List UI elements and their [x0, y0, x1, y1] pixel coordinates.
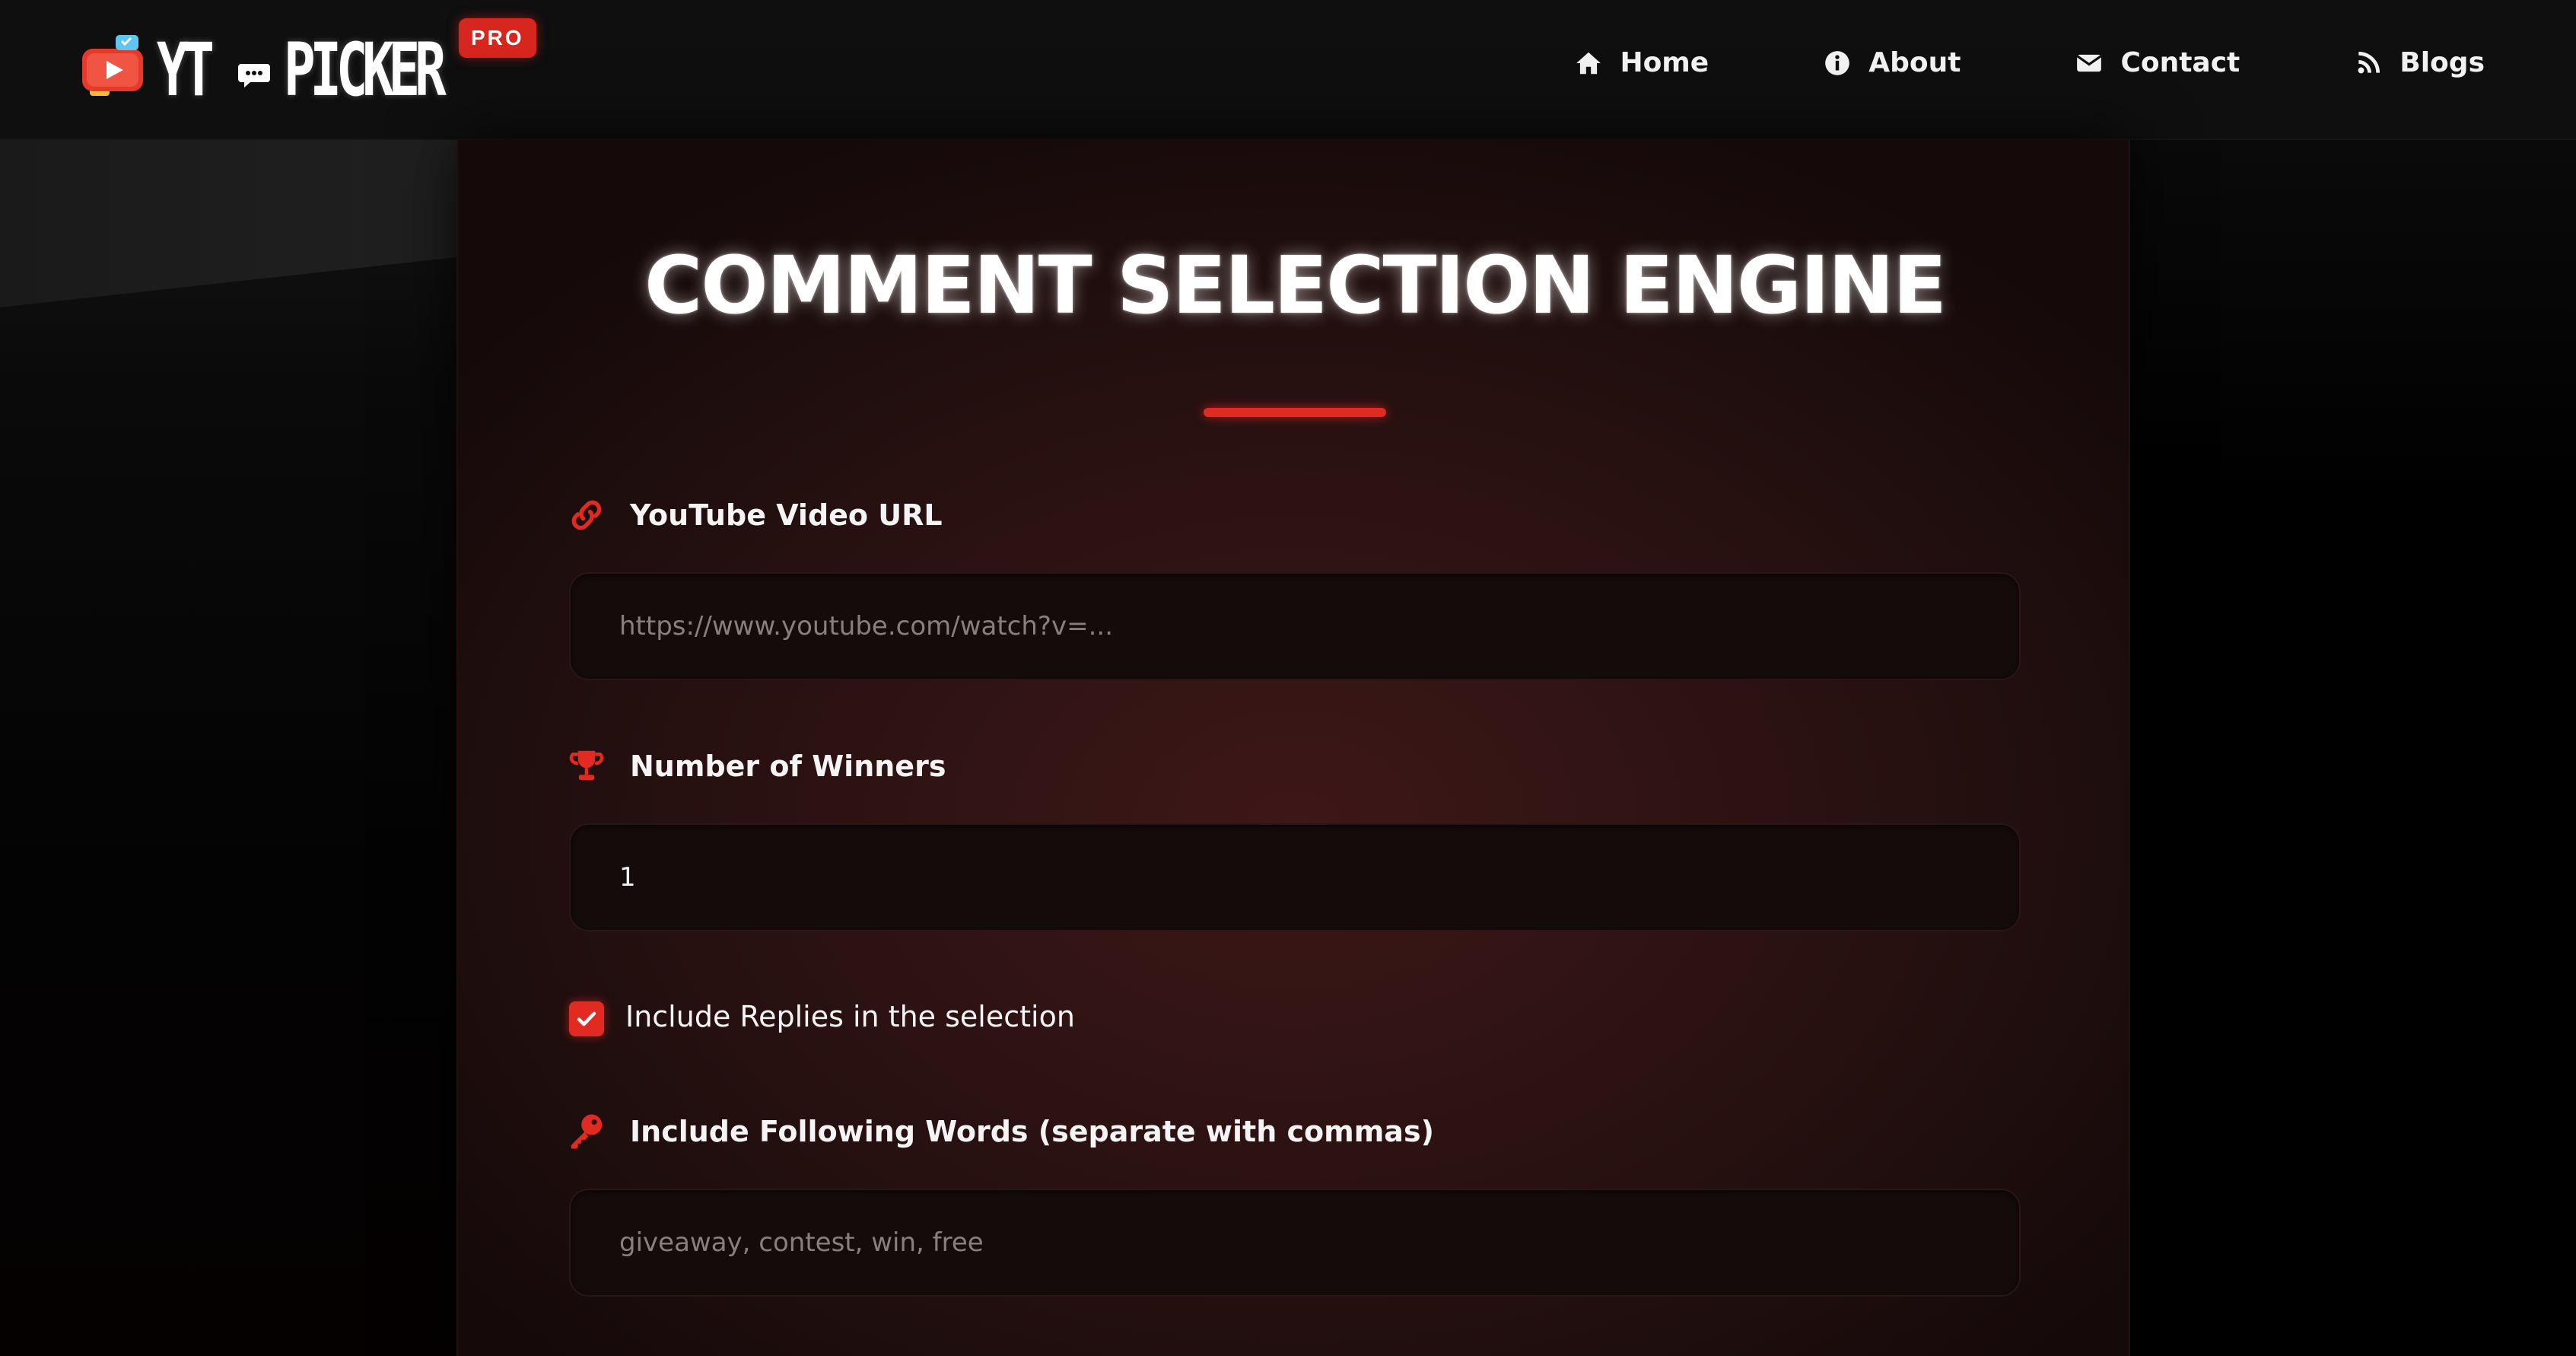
envelope-icon: [2076, 54, 2103, 72]
main-nav: Home About Contact Blogs: [1460, 47, 2485, 78]
words-input-wrapper: [569, 1189, 2021, 1297]
url-label-row: YouTube Video URL: [566, 495, 943, 536]
url-input-wrapper: [569, 572, 2021, 680]
nav-blogs[interactable]: Blogs: [2354, 47, 2485, 78]
nav-home[interactable]: Home: [1574, 47, 1709, 78]
home-icon: [1576, 52, 1601, 74]
navbar: YT PICKER PRO Home About Contact Blogs: [0, 0, 2576, 140]
info-icon: [1825, 50, 1850, 75]
brand-name-part2: PICKER: [284, 27, 447, 113]
background-right: [2130, 140, 2576, 1356]
page-title: COMMENT SELECTION ENGINE: [644, 239, 1947, 332]
winners-input[interactable]: [619, 862, 1970, 893]
words-label-row: Include Following Words (separate with c…: [566, 1111, 1434, 1152]
rss-icon: [2358, 51, 2380, 73]
brand-name-part1: YT: [157, 27, 215, 113]
include-replies-checkbox[interactable]: [569, 1001, 604, 1036]
comment-selection-card: COMMENT SELECTION ENGINE YouTube Video U…: [456, 140, 2130, 1356]
nav-about[interactable]: About: [1823, 47, 1961, 78]
nav-contact-label: Contact: [2120, 47, 2240, 78]
nav-home-label: Home: [1620, 47, 1709, 78]
trophy-icon: [569, 750, 604, 780]
pro-badge: PRO: [459, 18, 536, 58]
chat-bubble-icon: [238, 64, 270, 88]
words-input[interactable]: [619, 1227, 1970, 1258]
nav-contact[interactable]: Contact: [2075, 47, 2240, 78]
url-label: YouTube Video URL: [630, 498, 943, 532]
nav-about-label: About: [1868, 47, 1961, 78]
key-icon: [571, 1114, 603, 1149]
include-replies-label[interactable]: Include Replies in the selection: [625, 1000, 1075, 1033]
winners-input-wrapper: [569, 823, 2021, 931]
winners-label: Number of Winners: [630, 750, 946, 783]
url-input[interactable]: [619, 611, 1970, 641]
winners-label-row: Number of Winners: [566, 746, 946, 787]
title-underline: [1204, 408, 1386, 417]
words-label: Include Following Words (separate with c…: [630, 1115, 1434, 1148]
page-root: YT PICKER PRO Home About Contact Blogs C…: [0, 0, 2576, 1356]
background-left: [0, 140, 456, 1356]
link-icon: [571, 500, 602, 530]
nav-blogs-label: Blogs: [2399, 47, 2485, 78]
brand-logo[interactable]: YT PICKER PRO: [82, 18, 539, 116]
checkmark-icon: [577, 1011, 596, 1027]
youtube-logo-icon: [82, 35, 143, 96]
